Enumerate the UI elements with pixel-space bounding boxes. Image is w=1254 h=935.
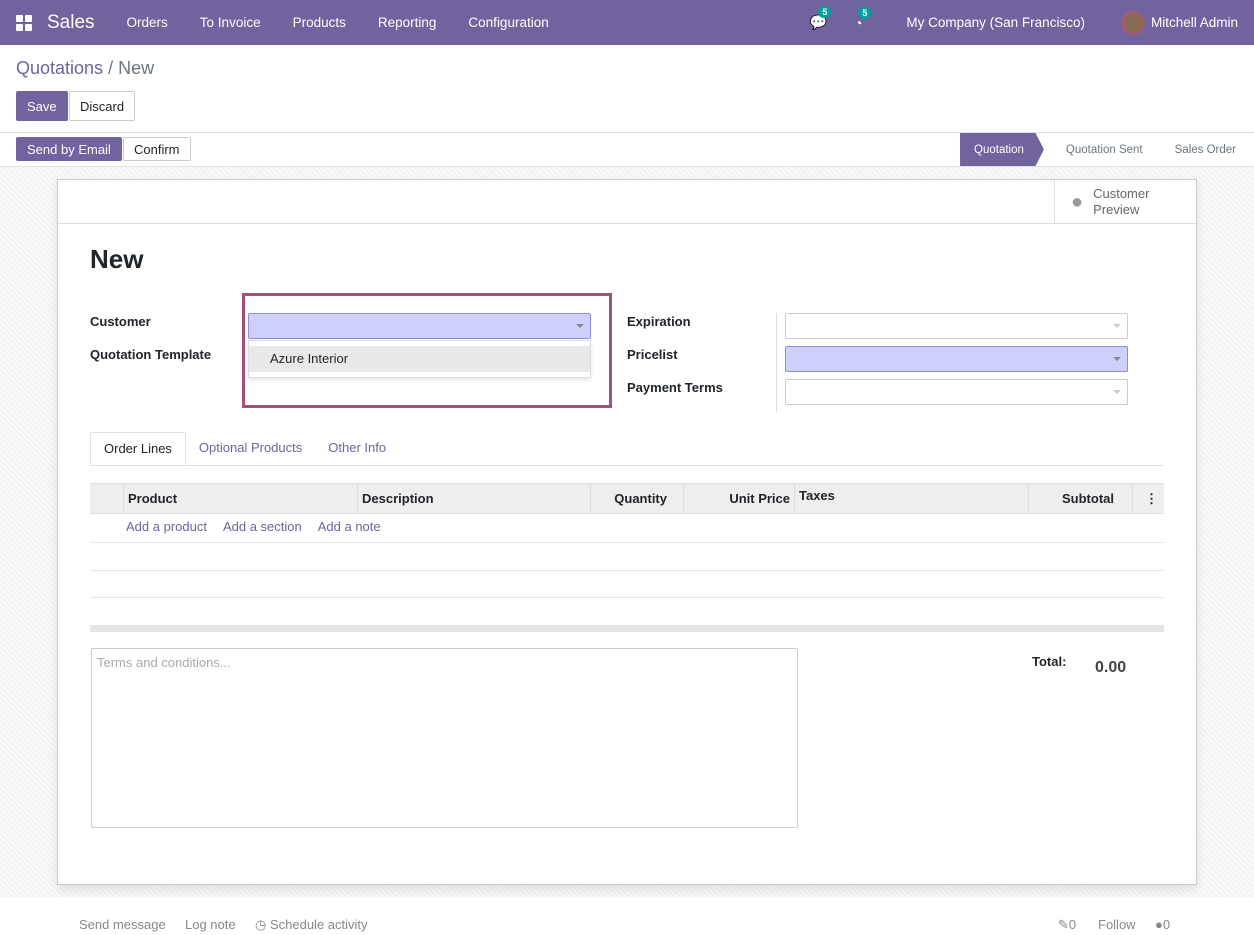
breadcrumb-quotations[interactable]: Quotations xyxy=(16,58,103,78)
column-options-icon[interactable]: ⋮ xyxy=(1132,484,1164,513)
dropdown-option-azure-interior[interactable]: Azure Interior xyxy=(249,346,590,372)
quotation-template-label: Quotation Template xyxy=(90,347,212,362)
menu-orders[interactable]: Orders xyxy=(111,15,184,30)
followers-button[interactable]: ●0 xyxy=(1155,917,1170,932)
attachments-count: 0 xyxy=(1068,917,1077,932)
paperclip-icon: ✎ xyxy=(1058,917,1069,932)
menu-reporting[interactable]: Reporting xyxy=(362,15,453,30)
pricelist-label: Pricelist xyxy=(627,347,678,362)
expiration-label: Expiration xyxy=(627,314,691,329)
breadcrumb: Quotations / New xyxy=(16,58,154,79)
payment-terms-select[interactable] xyxy=(785,379,1128,405)
globe-icon: ● xyxy=(1071,190,1084,213)
expiration-input[interactable] xyxy=(785,313,1128,339)
customer-preview-button[interactable]: ● Customer Preview xyxy=(1054,180,1196,224)
customer-dropdown: Azure Interior xyxy=(248,340,591,378)
tab-other-info[interactable]: Other Info xyxy=(315,432,399,465)
terms-textarea[interactable]: Terms and conditions... xyxy=(91,648,798,828)
send-message-button[interactable]: Send message xyxy=(79,917,166,932)
notebook-tabs: Order Lines Optional Products Other Info xyxy=(90,432,1164,466)
terms-placeholder: Terms and conditions... xyxy=(97,655,231,670)
attachments-button[interactable]: ✎0 xyxy=(1058,917,1076,933)
total-value: 0.00 xyxy=(1095,659,1127,676)
col-product[interactable]: Product xyxy=(123,484,358,513)
breadcrumb-current: New xyxy=(118,58,155,78)
tab-optional-products[interactable]: Optional Products xyxy=(186,432,315,465)
add-section-link[interactable]: Add a section xyxy=(223,519,302,534)
record-title: New xyxy=(90,244,144,274)
save-button[interactable]: Save xyxy=(16,91,68,121)
total-label: Total: xyxy=(1032,654,1067,669)
col-unit-price[interactable]: Unit Price xyxy=(683,484,794,513)
tab-order-lines[interactable]: Order Lines xyxy=(90,432,186,465)
clock-icon: ◷ xyxy=(255,917,270,932)
col-taxes[interactable]: Taxes xyxy=(794,484,1028,513)
dropdown-caret-icon xyxy=(576,324,584,328)
stage-quotation[interactable]: Quotation xyxy=(960,133,1044,166)
user-icon: ● xyxy=(1155,917,1163,932)
discard-button[interactable]: Discard xyxy=(69,91,136,121)
schedule-activity-label: Schedule activity xyxy=(269,917,368,932)
activities-badge: 5 xyxy=(858,6,872,19)
apps-menu-icon[interactable] xyxy=(16,14,32,31)
log-note-button[interactable]: Log note xyxy=(185,917,236,932)
order-lines-header: Product Description Quantity Unit Price … xyxy=(90,483,1164,514)
menu-configuration[interactable]: Configuration xyxy=(452,15,564,30)
add-product-link[interactable]: Add a product xyxy=(126,519,207,534)
col-description[interactable]: Description xyxy=(357,484,590,513)
confirm-button[interactable]: Confirm xyxy=(123,137,191,161)
table-row xyxy=(90,543,1164,571)
add-note-link[interactable]: Add a note xyxy=(318,519,381,534)
menu-to-invoice[interactable]: To Invoice xyxy=(184,15,277,30)
avatar[interactable] xyxy=(1120,10,1145,35)
customer-input[interactable] xyxy=(248,313,591,339)
table-row xyxy=(90,571,1164,598)
app-brand[interactable]: Sales xyxy=(47,12,95,34)
schedule-activity-button[interactable]: ◷ Schedule activity xyxy=(255,917,368,933)
add-line-row: Add a product Add a section Add a note xyxy=(90,514,1164,543)
stage-sales-order[interactable]: Sales Order xyxy=(1153,133,1246,166)
breadcrumb-separator: / xyxy=(108,58,114,78)
customer-preview-label: Customer Preview xyxy=(1093,186,1150,217)
pricelist-select[interactable] xyxy=(785,346,1128,372)
form-sheet: ● Customer Preview New Customer Quotatio… xyxy=(57,179,1197,885)
menu-products[interactable]: Products xyxy=(277,15,362,30)
user-menu[interactable]: Mitchell Admin xyxy=(1151,15,1238,30)
company-switcher[interactable]: My Company (San Francisco) xyxy=(890,15,1101,30)
status-bar: Send by Email Confirm Quotation Quotatio… xyxy=(0,132,1254,167)
follow-button[interactable]: Follow xyxy=(1098,917,1136,932)
stage-quotation-sent[interactable]: Quotation Sent xyxy=(1044,133,1153,166)
activities-button[interactable]: ◔ 5 xyxy=(838,6,878,31)
top-navbar: Sales Orders To Invoice Products Reporti… xyxy=(0,0,1254,45)
payment-terms-label: Payment Terms xyxy=(627,380,723,395)
send-by-email-button[interactable]: Send by Email xyxy=(16,137,122,161)
messages-badge: 5 xyxy=(818,6,832,18)
customer-label: Customer xyxy=(90,314,151,329)
followers-count: 0 xyxy=(1162,917,1171,932)
col-subtotal[interactable]: Subtotal xyxy=(1028,484,1132,513)
messages-button[interactable]: 💬 5 xyxy=(798,6,838,31)
col-quantity[interactable]: Quantity xyxy=(590,484,683,513)
